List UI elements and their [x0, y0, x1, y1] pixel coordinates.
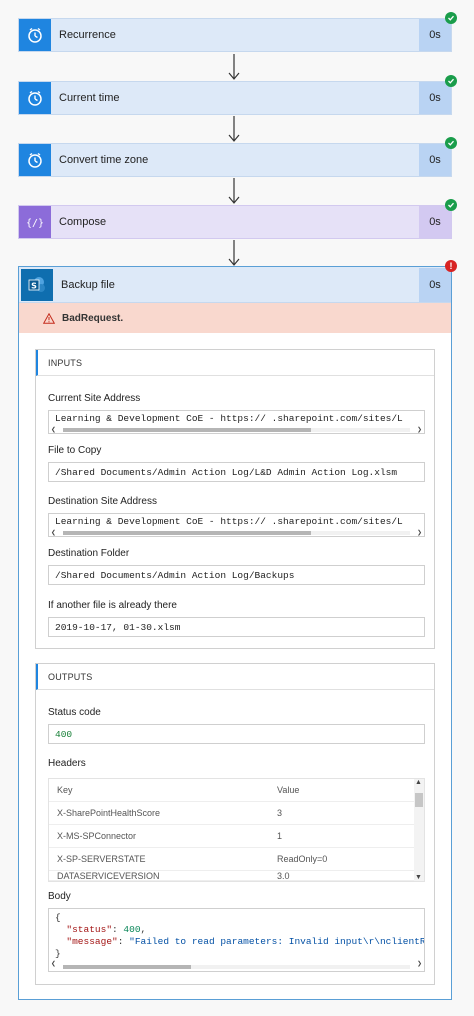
headers-table[interactable]: Key Value X-SharePointHealthScore 3 X-MS…	[48, 778, 425, 882]
header-key: X-SP-SERVERSTATE	[57, 854, 146, 864]
file-to-copy-label: File to Copy	[48, 445, 102, 456]
arrow-down-icon	[228, 116, 240, 142]
current-site-field[interactable]: Learning & Development CoE - https:// .s…	[48, 410, 425, 434]
json-close-brace: }	[55, 948, 61, 959]
header-value: 3.0	[277, 871, 290, 881]
outputs-heading: OUTPUTS	[36, 664, 434, 690]
scroll-down-icon[interactable]: ▼	[415, 874, 422, 881]
header-key: X-SharePointHealthScore	[57, 808, 161, 818]
success-check-icon	[445, 75, 457, 87]
error-message: BadRequest.	[62, 312, 124, 324]
body-label: Body	[48, 891, 71, 902]
horizontal-scrollbar[interactable]	[63, 428, 410, 432]
arrow-down-icon	[228, 178, 240, 204]
step-duration: 0s	[419, 144, 451, 176]
table-row: DATASERVICEVERSION 3.0	[49, 871, 424, 881]
json-number: 400	[123, 924, 141, 935]
table-row: X-MS-SPConnector 1	[49, 825, 424, 848]
json-key: "status"	[66, 924, 113, 935]
json-key: "message"	[66, 936, 118, 947]
destination-site-label: Destination Site Address	[48, 496, 157, 507]
outputs-panel: OUTPUTS Status code 400 Headers Key Valu…	[35, 663, 435, 985]
step-title: Compose	[59, 216, 107, 228]
if-exists-label: If another file is already there	[48, 600, 177, 611]
arrow-down-icon	[228, 54, 240, 80]
scrollbar-thumb[interactable]	[415, 793, 423, 807]
status-code-field[interactable]: 400	[48, 724, 425, 744]
sharepoint-icon: S	[21, 268, 53, 301]
scroll-left-icon[interactable]: ❮	[51, 528, 56, 536]
destination-site-field[interactable]: Learning & Development CoE - https:// .s…	[48, 513, 425, 537]
json-open-brace: {	[55, 912, 61, 923]
body-code-view[interactable]: { "status": 400, "message": "Failed to r…	[48, 908, 425, 972]
scroll-right-icon[interactable]: ❯	[417, 959, 422, 971]
step-title: Convert time zone	[59, 154, 149, 166]
step-title: Current time	[59, 92, 120, 104]
header-value: 3	[277, 808, 283, 818]
if-exists-field[interactable]: 2019-10-17, 01-30.xlsm	[48, 617, 425, 637]
destination-site-value: Learning & Development CoE - https:// .s…	[55, 516, 403, 527]
error-banner: BadRequest.	[19, 303, 451, 333]
step-duration: 0s	[419, 82, 451, 114]
header-value: ReadOnly=0	[277, 854, 328, 864]
scrollbar-thumb[interactable]	[63, 428, 311, 432]
inputs-heading: INPUTS	[36, 350, 434, 376]
vertical-scrollbar[interactable]: ▲ ▼	[414, 779, 424, 881]
success-check-icon	[445, 12, 457, 24]
header-value: 1	[277, 831, 283, 841]
destination-folder-label: Destination Folder	[48, 548, 130, 559]
json-string: "Failed to read parameters: Invalid inpu…	[129, 936, 424, 947]
step-current-time[interactable]: Current time 0s	[18, 75, 457, 115]
step-duration: 0s	[419, 19, 451, 51]
value-column-header: Value	[277, 785, 300, 795]
inputs-panel: INPUTS Current Site Address Learning & D…	[35, 349, 435, 649]
status-code-value: 400	[55, 729, 73, 740]
svg-text:S: S	[31, 281, 37, 290]
header-key: X-MS-SPConnector	[57, 831, 137, 841]
timer-icon	[19, 144, 51, 176]
current-site-label: Current Site Address	[48, 393, 141, 404]
key-column-header: Key	[57, 785, 73, 795]
scrollbar-thumb[interactable]	[63, 531, 311, 535]
table-row: X-SP-SERVERSTATE ReadOnly=0	[49, 848, 424, 871]
file-to-copy-field[interactable]: /Shared Documents/Admin Action Log/L&D A…	[48, 462, 425, 482]
step-duration: 0s	[419, 206, 451, 238]
step-title: Recurrence	[59, 29, 116, 41]
success-check-icon	[445, 199, 457, 211]
horizontal-scrollbar[interactable]	[63, 531, 410, 535]
destination-folder-value: /Shared Documents/Admin Action Log/Backu…	[55, 570, 295, 581]
if-exists-value: 2019-10-17, 01-30.xlsm	[55, 622, 181, 633]
timer-icon	[19, 19, 51, 51]
scroll-up-icon[interactable]: ▲	[415, 779, 422, 786]
horizontal-scrollbar[interactable]	[63, 965, 410, 969]
scrollbar-thumb[interactable]	[63, 965, 191, 969]
step-convert-time-zone[interactable]: Convert time zone 0s	[18, 137, 457, 177]
status-code-label: Status code	[48, 707, 101, 718]
scroll-right-icon[interactable]: ❯	[417, 528, 422, 536]
timer-icon	[19, 82, 51, 114]
table-row: X-SharePointHealthScore 3	[49, 802, 424, 825]
scroll-left-icon[interactable]: ❮	[51, 959, 56, 971]
headers-label: Headers	[48, 758, 86, 769]
step-compose[interactable]: {/} Compose 0s	[18, 199, 457, 239]
backup-file-header[interactable]: S Backup file 0s !	[19, 260, 457, 303]
warning-icon	[43, 312, 55, 324]
backup-file-card: S Backup file 0s ! BadRequest. INPUTS Cu…	[18, 260, 457, 1000]
card-title: Backup file	[61, 278, 115, 291]
svg-text:{/}: {/}	[26, 218, 44, 229]
scroll-right-icon[interactable]: ❯	[417, 425, 422, 433]
header-key: DATASERVICEVERSION	[57, 871, 160, 881]
destination-folder-field[interactable]: /Shared Documents/Admin Action Log/Backu…	[48, 565, 425, 585]
file-to-copy-value: /Shared Documents/Admin Action Log/L&D A…	[55, 467, 398, 478]
error-icon: !	[445, 260, 457, 272]
success-check-icon	[445, 137, 457, 149]
card-duration: 0s	[419, 267, 451, 302]
current-site-value: Learning & Development CoE - https:// .s…	[55, 413, 403, 424]
table-header-row: Key Value	[49, 779, 424, 802]
variable-braces-icon: {/}	[19, 206, 51, 238]
arrow-down-icon	[228, 240, 240, 266]
step-recurrence[interactable]: Recurrence 0s	[18, 12, 457, 52]
scroll-left-icon[interactable]: ❮	[51, 425, 56, 433]
